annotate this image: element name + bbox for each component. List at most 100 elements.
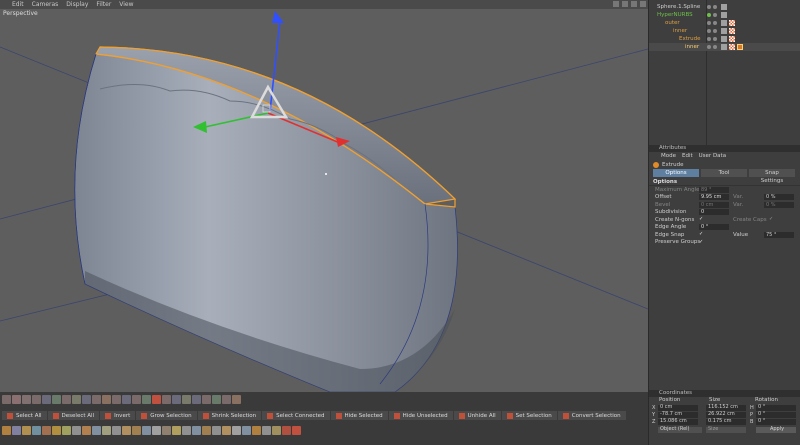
select-tool-icon[interactable] [232,395,241,404]
select-all-button[interactable]: Select All [2,411,47,420]
rotate-view-icon[interactable] [631,1,637,7]
visibility-flags[interactable] [707,13,717,17]
split-tool-icon[interactable] [182,426,191,435]
tab-options[interactable]: Options [653,169,699,177]
offset-var-field[interactable]: 0 % [764,194,794,201]
visibility-flags[interactable] [707,5,717,9]
clone-tool-icon[interactable] [162,426,171,435]
bevel-var-field[interactable]: 0 % [764,201,794,208]
mirror-tool-icon[interactable] [32,426,41,435]
shrink-selection-button[interactable]: Shrink Selection [197,411,262,420]
coordinate-mode-dropdown[interactable]: Object (Rel) [658,426,702,433]
select-tool-icon[interactable] [102,395,111,404]
bevel-field[interactable]: 0 cm [699,201,729,208]
viewport-menu-display[interactable]: Display [66,1,88,8]
hide-selected-button[interactable]: Hide Selected [330,411,388,420]
visibility-flags[interactable] [707,21,717,25]
grow-selection-button[interactable]: Grow Selection [136,411,197,420]
spin-edge-icon[interactable] [272,426,281,435]
subdivision-field[interactable]: 0 [699,209,729,216]
unhide-all-button[interactable]: Unhide All [453,411,501,420]
select-tool-icon[interactable] [122,395,131,404]
rotation-p-field[interactable]: 0 ° [756,411,796,418]
edge-angle-field[interactable]: 0 ° [699,224,729,231]
material-tag-icon[interactable] [729,44,735,50]
object-row-outer[interactable]: outer [649,19,800,27]
bevel-tool-icon[interactable] [72,426,81,435]
weld-tool-icon[interactable] [102,426,111,435]
rectangle-selection-icon[interactable] [12,395,21,404]
select-tool-icon[interactable] [172,395,181,404]
fill-selection-icon[interactable] [72,395,81,404]
polygon-selection-icon[interactable] [32,395,41,404]
material-tag-icon[interactable] [729,20,735,26]
slide-tool-icon[interactable] [112,426,121,435]
move-view-icon[interactable] [613,1,619,7]
size-mode-dropdown[interactable]: Size [706,426,746,433]
loop-selection-icon[interactable] [42,395,51,404]
offset-field[interactable]: 9.95 cm [699,194,729,201]
optimize-icon[interactable] [222,426,231,435]
select-tool-icon[interactable] [162,395,171,404]
check-tag-icon[interactable] [721,28,727,34]
hide-unselected-button[interactable]: Hide Unselected [388,411,453,420]
position-y-field[interactable]: -78.7 cm [658,411,698,418]
maximize-view-icon[interactable] [640,1,646,7]
connect-icon[interactable] [262,426,271,435]
iron-tool-icon[interactable] [122,426,131,435]
object-row-inner-selected[interactable]: inner [649,43,800,51]
set-point-value-icon[interactable] [142,426,151,435]
subdivide-tool-icon[interactable] [192,426,201,435]
select-tool-icon[interactable] [112,395,121,404]
convert-selection-button[interactable]: Convert Selection [557,411,626,420]
perspective-viewport[interactable]: Edit Cameras Display Filter View Perspec… [0,0,648,392]
object-row-inner[interactable]: inner [649,27,800,35]
array-tool-icon[interactable] [152,426,161,435]
brush-tool-icon[interactable] [22,426,31,435]
visibility-flags[interactable] [707,37,717,41]
select-tool-icon[interactable] [142,395,151,404]
matrix-extrude-icon[interactable] [82,426,91,435]
invert-button[interactable]: Invert [100,411,136,420]
size-x-field[interactable]: 116.152 cm [706,404,746,411]
position-z-field[interactable]: 15.086 cm [658,418,698,425]
create-caps-checkbox[interactable]: ✓ [769,217,774,222]
bridge-tool-icon[interactable] [42,426,51,435]
check-tag-icon[interactable] [721,12,727,18]
ring-selection-icon[interactable] [52,395,61,404]
object-row-extrude[interactable]: Extrude [649,35,800,43]
smooth-shift-icon[interactable] [92,426,101,435]
outline-selection-icon[interactable] [62,395,71,404]
extrude-tool-icon[interactable] [52,426,61,435]
set-selection-button[interactable]: Set Selection [501,411,557,420]
viewport-menu-filter[interactable]: Filter [96,1,111,8]
magnet-tool-icon[interactable] [12,426,21,435]
dissolve-icon[interactable] [242,426,251,435]
select-tool-icon[interactable] [222,395,231,404]
convert-icon[interactable] [152,395,161,404]
maximum-angle-field[interactable]: 89 ° [699,186,729,193]
select-connected-button[interactable]: Select Connected [262,411,330,420]
selection-tag-icon[interactable] [737,44,743,50]
collapse-icon[interactable] [252,426,261,435]
visibility-flags[interactable] [707,29,717,33]
y-axis-arrow-icon[interactable] [272,11,284,23]
material-tag-icon[interactable] [729,36,735,42]
preserve-groups-checkbox[interactable]: ✓ [699,239,704,245]
melt-icon[interactable] [232,426,241,435]
select-tool-icon[interactable] [212,395,221,404]
object-row-sphere-spline[interactable]: Sphere.1.Spline [649,3,800,11]
tab-snap-settings[interactable]: Snap Settings [749,169,795,184]
stitch-sew-icon[interactable] [132,426,141,435]
select-tool-icon[interactable] [182,395,191,404]
ms-extrude-icon[interactable] [292,426,301,435]
extrude-inner-tool-icon[interactable] [62,426,71,435]
attributes-menu-edit[interactable]: Edit [682,153,693,159]
lasso-selection-icon[interactable] [22,395,31,404]
edge-cut-icon[interactable] [282,426,291,435]
select-tool-icon[interactable] [192,395,201,404]
check-tag-icon[interactable] [721,44,727,50]
check-tag-icon[interactable] [721,36,727,42]
visibility-flags[interactable] [707,45,717,49]
spline-tag-icon[interactable] [721,4,727,10]
